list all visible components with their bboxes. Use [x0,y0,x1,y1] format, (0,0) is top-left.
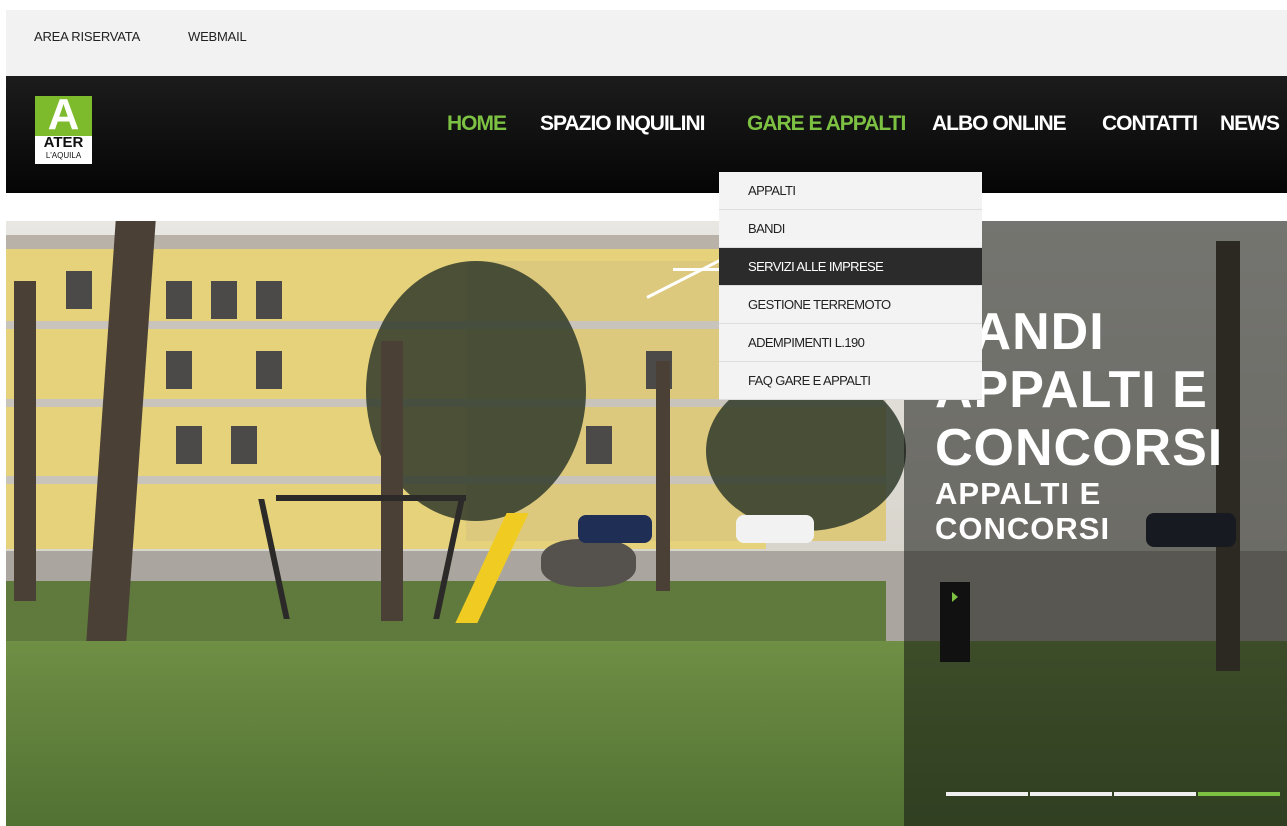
hero-subheadline-line-2: CONCORSI [935,511,1111,546]
slider-play-button[interactable] [940,582,970,662]
dropdown-item-servizi-alle-imprese[interactable]: SERVIZI ALLE IMPRESE [719,248,982,286]
main-navigation: A ATER L'AQUILA HOME SPAZIO INQUILINI GA… [6,76,1287,193]
hero-subheadline-line-1: APPALTI E [935,476,1102,511]
logo-text: ATER [43,134,84,151]
gare-e-appalti-dropdown: APPALTI BANDI SERVIZI ALLE IMPRESE GESTI… [719,172,982,400]
nav-spazio-inquilini[interactable]: SPAZIO INQUILINI [540,112,705,136]
top-utility-bar: AREA RISERVATA WEBMAIL [6,10,1287,76]
slider-pagination-4[interactable] [1198,792,1280,796]
nav-contatti[interactable]: CONTATTI [1102,112,1198,136]
nav-home[interactable]: HOME [447,112,507,136]
dropdown-item-adempimenti[interactable]: ADEMPIMENTI L.190 [719,324,982,362]
area-riservata-link[interactable]: AREA RISERVATA [34,29,140,44]
slider-pagination-2[interactable] [1030,792,1112,796]
dropdown-item-appalti[interactable]: APPALTI [719,172,982,210]
nav-news[interactable]: NEWS [1220,112,1280,136]
dropdown-item-bandi[interactable]: BANDI [719,210,982,248]
webmail-link[interactable]: WEBMAIL [188,29,247,44]
nav-gare-e-appalti[interactable]: GARE E APPALTI [747,112,906,136]
logo-subtext: L'AQUILA [45,151,82,160]
ater-logo[interactable]: A ATER L'AQUILA [35,96,92,164]
slider-pagination-1[interactable] [946,792,1028,796]
play-icon [952,592,958,602]
dropdown-item-gestione-terremoto[interactable]: GESTIONE TERREMOTO [719,286,982,324]
nav-albo-online[interactable]: ALBO ONLINE [932,112,1067,136]
hero-headline-line-3: CONCORSI [935,419,1224,477]
slider-pagination-3[interactable] [1114,792,1196,796]
dropdown-item-faq[interactable]: FAQ GARE E APPALTI [719,362,982,400]
